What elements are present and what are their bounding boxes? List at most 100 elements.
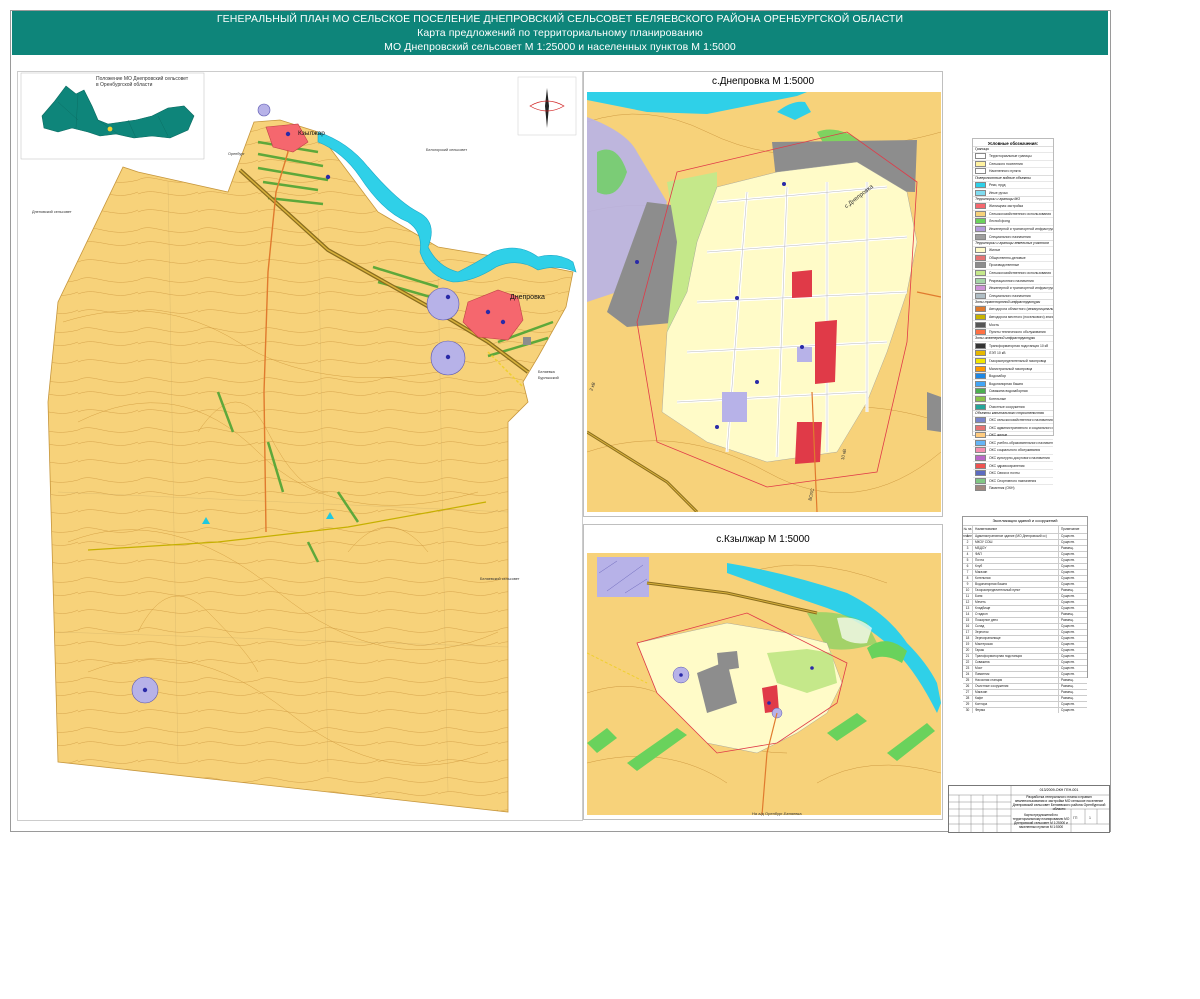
neighbor-label-west: Дненовский сельсовет [32,210,72,214]
table-row: 20 Гараж Существ. [963,647,1087,653]
table-row: 22 Скважина Существ. [963,659,1087,665]
table-row: 27 Магазин Размещ. [963,689,1087,695]
buildings-table-header: № на плане Наименование Примечание [963,525,1087,538]
legend-swatch [975,485,986,492]
table-cell: Размещ. [1061,612,1074,616]
legend-item: Скважина водозаборная [973,387,1053,395]
table-cell: 5 [963,558,973,563]
table-cell: Гараж [973,648,1059,653]
table-cell: Котельная [973,576,1059,581]
table-cell: Пожарное депо [973,618,1059,623]
table-cell: Существ. [1061,552,1075,556]
legend-swatch [975,417,986,424]
legend-item: Специального назначения [973,291,1053,300]
legend-item: Памятник (ОКН) [973,484,1053,492]
table-row: 26 Очистные сооружения Размещ. [963,683,1087,689]
legend-item: ОКС культурно-досугового назначения [973,453,1053,462]
table-row: 12 Мечеть Существ. [963,599,1087,605]
table-cell: Скважина [973,660,1059,665]
legend-item-label: ОКС Связи и почты [989,471,1020,476]
table-row: 24 Памятник Существ. [963,671,1087,677]
table-row: 17 Зерноток Существ. [963,629,1087,635]
legend-swatch [975,254,986,261]
table-cell: Размещ. [1061,678,1074,682]
buildings-table-title: Экспликация зданий и сооружений [992,518,1058,523]
legend-swatch [975,160,986,167]
legend-item: Рекреационного назначения [973,276,1053,284]
table-cell: 9 [963,582,973,587]
table-cell: Существ. [1061,660,1075,664]
legend-item-label: Лесной фонд [989,219,1010,224]
legend-item-label: Газораспределительный газопровод [989,358,1047,363]
main-map-panel[interactable]: Положение МО Днепровский сельсовет в Оре… [17,71,583,821]
legend-item: ОКС жилые [973,431,1053,439]
table-cell: Размещ. [1061,684,1074,688]
legend-item-label: Специального назначения [989,293,1031,298]
legend-item-label: Автодорога областного (межмуниципального… [989,307,1053,312]
legend-item-label: ОКС сельскохозяйственного назначения [989,418,1053,423]
table-cell: Газораспределительный пункт [973,588,1059,593]
legend-swatch [975,432,986,439]
legend-swatch [975,329,986,336]
legend-item: Сельского поселения [973,159,1053,168]
table-cell: 2 [963,540,973,545]
inset-title-line2: в Оренбургской области [96,82,153,88]
header-title-line3: МО Днепровский сельсовет М 1:25000 и нас… [384,41,736,53]
legend-item-label: Иные ручьи [989,190,1008,195]
legend-item-label: Территориальные границы [989,154,1032,159]
legend-item-label: ЛЭП 10 кВ [989,351,1006,356]
legend-swatch [975,203,986,210]
table-cell: 8 [963,576,973,581]
legend-item: Мосты [973,320,1053,328]
legend-item: Иные ручьи [973,188,1053,196]
legend-item: ОКС Спортивного назначения [973,476,1053,485]
table-row: 4 ФАП Существ. [963,551,1087,557]
legend-swatch [975,270,986,277]
legend-item: ОКС здравоохранения [973,461,1053,469]
road-label-east-1: Беляевка [538,370,555,374]
legend-swatch [975,455,986,462]
legend-item: Водонапорная башня [973,379,1053,387]
legend-item: ОКС административного и социального назн… [973,423,1053,431]
legend-swatch [975,380,986,387]
inset-kzylzhar-panel[interactable]: с.Кзылжар М 1:5000 На а/д Оренбург-Беляе… [583,524,943,820]
table-cell: 29 [963,702,973,707]
table-row: 7 Магазин Существ. [963,569,1087,575]
table-cell: Существ. [1061,600,1075,604]
legend-item: Производственные [973,261,1053,269]
road-label-east-2: Бурлыкский [538,376,559,380]
legend-item-label: Реки, пруд [989,183,1006,188]
settlement-label-dneprovka: Днепровка [510,294,545,301]
table-cell: Баня [973,594,1059,599]
legend-item-label: Сельского поселения [989,161,1023,166]
table-row: 21 Трансформаторная подстанция Существ. [963,653,1087,659]
table-row: 11 Баня Существ. [963,593,1087,599]
road-label-west: Оренбург [228,152,245,156]
legend-item: Пункты технического обслуживания [973,327,1053,336]
header-title-line1: ГЕНЕРАЛЬНЫЙ ПЛАН МО СЕЛЬСКОЕ ПОСЕЛЕНИЕ Д… [216,13,904,25]
legend-swatch [975,462,986,469]
table-cell: 30 [963,708,973,713]
table-row: 28 Кафе Размещ. [963,695,1087,701]
legend-swatch [975,365,986,372]
legend-item-label: ОКС здравоохранения [989,463,1025,468]
legend-swatch [975,313,986,320]
legend-item: Жилые [973,245,1053,254]
inset-dneprovka-panel[interactable]: с.Днепровка М 1:5000 с.Днепровка ВОЛС 10… [583,71,943,517]
column-header: № на плане [963,526,973,538]
table-cell: Водонапорная башня [973,582,1059,587]
table-cell: Клуб [973,564,1059,569]
legend-item-label: Автодорога местного (поселкового) значен… [989,314,1053,319]
legend-swatch [975,247,986,254]
legend-item: Лесной фонд [973,217,1053,225]
table-cell: ФАП [973,552,1059,557]
kzylzhar-road-label: На а/д Оренбург-Беляевка [752,811,802,816]
table-cell: Существ. [1061,594,1075,598]
table-cell: Зернохранилище [973,636,1059,641]
table-cell: Существ. [1061,534,1075,538]
table-cell: Насосная станция [973,678,1059,683]
legend-item-label: Населенного пункта [989,169,1021,174]
legend-swatch [975,210,986,217]
table-cell: Существ. [1061,564,1075,568]
table-cell: Существ. [1061,672,1075,676]
